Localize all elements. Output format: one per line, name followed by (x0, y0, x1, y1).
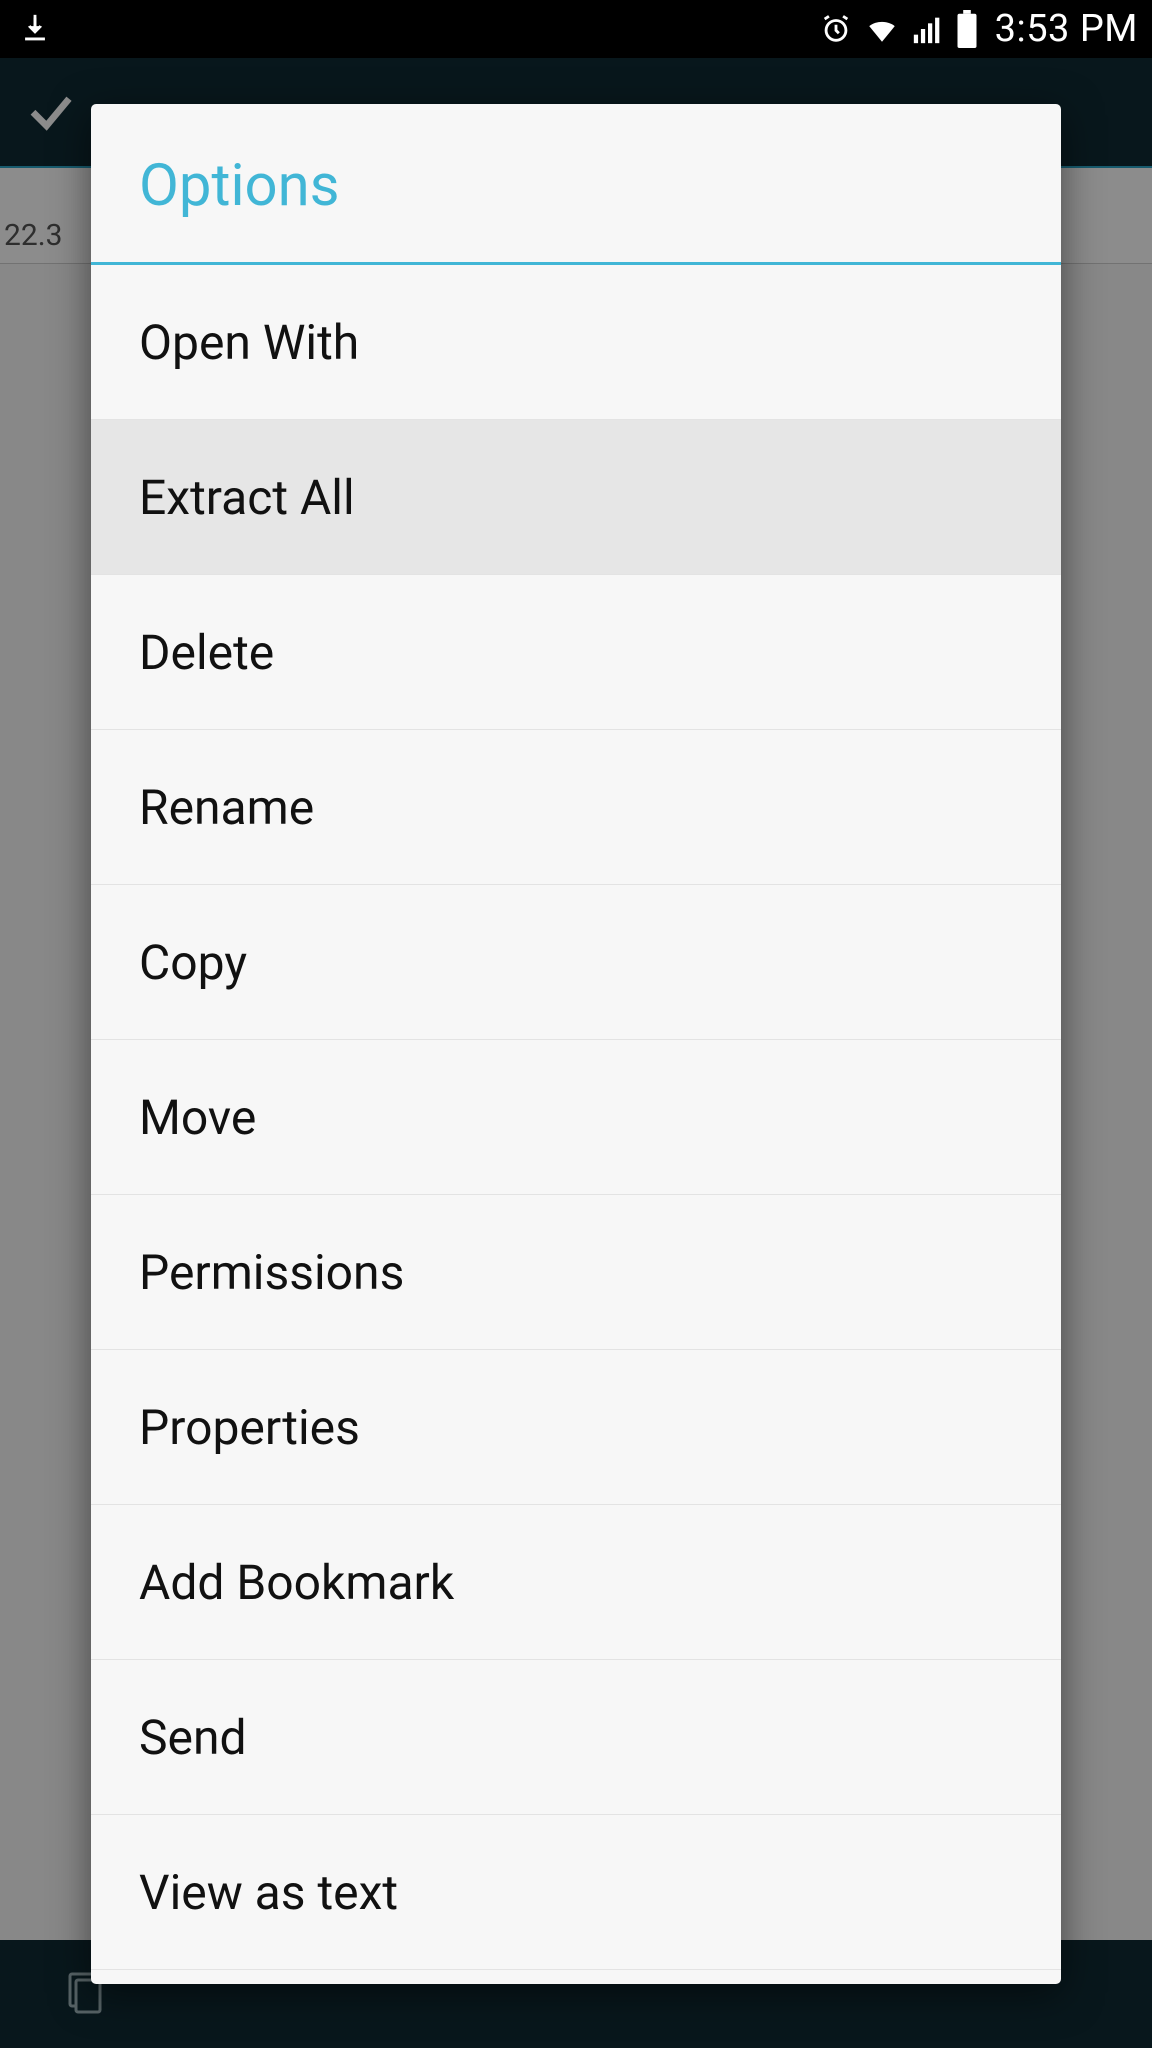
option-label: View as text (139, 1864, 398, 1921)
status-time: 3:53 PM (995, 7, 1138, 51)
option-label: Delete (139, 624, 274, 681)
download-icon (18, 12, 52, 46)
option-label: Copy (139, 934, 247, 991)
option-copy[interactable]: Copy (91, 885, 1061, 1040)
option-delete[interactable]: Delete (91, 575, 1061, 730)
option-label: Open With (139, 314, 359, 371)
cell-signal-icon (911, 12, 945, 46)
option-label: Permissions (139, 1244, 404, 1301)
option-label: Properties (139, 1399, 360, 1456)
alarm-icon (819, 12, 853, 46)
dialog-title: Options (91, 104, 1061, 265)
option-label: Move (139, 1089, 256, 1146)
status-right: 3:53 PM (819, 7, 1138, 51)
wifi-icon (863, 12, 901, 46)
option-send[interactable]: Send (91, 1660, 1061, 1815)
option-move[interactable]: Move (91, 1040, 1061, 1195)
option-label: Send (139, 1709, 247, 1766)
option-add-bookmark[interactable]: Add Bookmark (91, 1505, 1061, 1660)
battery-icon (955, 10, 979, 48)
option-view-as-text[interactable]: View as text (91, 1815, 1061, 1970)
option-open-with[interactable]: Open With (91, 265, 1061, 420)
option-label: Rename (139, 779, 314, 836)
status-bar: 3:53 PM (0, 0, 1152, 58)
option-label: Extract All (139, 469, 355, 526)
options-dialog: Options Open With Extract All Delete Ren… (91, 104, 1061, 1984)
option-extract-all[interactable]: Extract All (91, 420, 1061, 575)
option-properties[interactable]: Properties (91, 1350, 1061, 1505)
status-left (18, 12, 52, 46)
dialog-list: Open With Extract All Delete Rename Copy… (91, 265, 1061, 1970)
option-label: Add Bookmark (139, 1554, 454, 1611)
option-rename[interactable]: Rename (91, 730, 1061, 885)
option-permissions[interactable]: Permissions (91, 1195, 1061, 1350)
